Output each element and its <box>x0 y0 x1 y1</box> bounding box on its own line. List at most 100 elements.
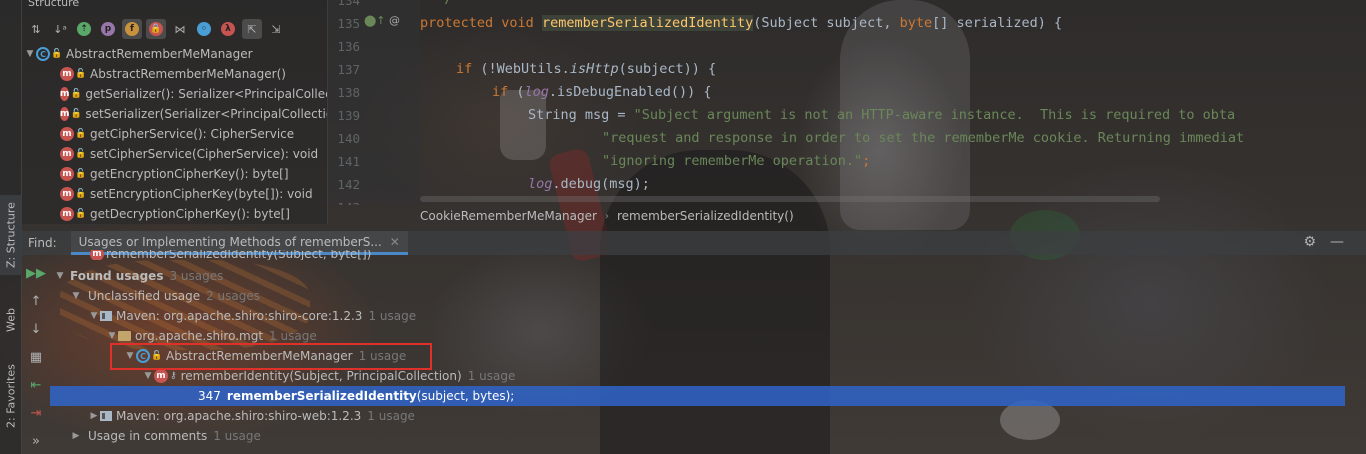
gear-icon[interactable]: ⚙ <box>1303 234 1316 250</box>
usage-count: 1 usage <box>269 329 317 343</box>
expand-arrow-icon[interactable]: ▶ <box>88 411 100 421</box>
method-icon: m <box>60 127 74 141</box>
result-found-usages[interactable]: ▼ Found usages 3 usages <box>50 266 1345 286</box>
method-icon: m <box>60 67 74 81</box>
structure-member[interactable]: m 🔓 getDecryptionCipherKey(): byte[] <box>22 204 327 224</box>
show-properties-icon[interactable]: p <box>98 19 118 39</box>
result-target-row[interactable]: m rememberSerializedIdentity(Subject, by… <box>50 250 1345 260</box>
next-occurrence-icon[interactable]: ↓ <box>26 319 46 339</box>
line-number: 143 <box>328 200 360 205</box>
structure-member-label: setEncryptionCipherKey(byte[]): void <box>90 187 313 201</box>
structure-tree: ▼ C 🔓 AbstractRememberMeManager m 🔓 Abst… <box>22 44 328 224</box>
show-fields-icon[interactable]: f <box>122 19 142 39</box>
code-editor[interactable]: 134 135 136 137 138 139 140 141 142 143 … <box>328 0 1366 205</box>
result-comments[interactable]: ▶ Usage in comments 1 usage <box>50 426 1345 446</box>
method-icon: m <box>154 369 168 383</box>
code-line-138: if (log.isDebugEnabled()) { <box>492 84 712 100</box>
result-label: rememberIdentity(Subject, PrincipalColle… <box>180 369 462 383</box>
find-panel-actions: ⚙ — <box>1303 234 1344 250</box>
structure-member-label: AbstractRememberMeManager() <box>90 67 286 81</box>
protected-key-icon: ⚷ <box>170 371 177 381</box>
editor-gutter: 134 135 136 137 138 139 140 141 142 143 … <box>328 0 420 205</box>
minimize-icon[interactable]: — <box>1330 234 1344 250</box>
collapse-arrow-icon[interactable]: ▼ <box>70 291 82 301</box>
structure-member-label: setSerializer(Serializer<PrincipalCollec… <box>85 107 328 121</box>
line-number: 140 <box>337 131 360 146</box>
breadcrumb-class[interactable]: CookieRememberMeManager <box>420 209 597 223</box>
line-number: 142 <box>337 177 360 192</box>
collapse-arrow-icon[interactable]: ▼ <box>106 331 118 341</box>
collapse-arrow-icon[interactable]: ▼ <box>142 371 154 381</box>
annotation-highlight-box <box>110 343 432 370</box>
previous-occurrence-icon[interactable]: ↑ <box>26 291 46 311</box>
public-lock-icon: 🔓 <box>75 129 87 139</box>
structure-member[interactable]: m 🔓 AbstractRememberMeManager() <box>22 64 327 84</box>
result-module-web[interactable]: ▶ Maven: org.apache.shiro:shiro-web:1.2.… <box>50 406 1345 426</box>
autoscroll-to-source-icon[interactable]: ⇱ <box>242 19 262 39</box>
line-number: 136 <box>337 39 360 54</box>
method-icon: m <box>60 107 70 121</box>
show-lambdas-icon[interactable]: ⋈ <box>170 19 190 39</box>
method-icon: m <box>60 207 74 221</box>
line-number: 138 <box>337 85 360 100</box>
close-icon[interactable]: ✕ <box>390 235 400 249</box>
exclude-icon[interactable]: ⇥ <box>26 403 46 423</box>
public-lock-icon: 🔓 <box>75 149 87 159</box>
sort-alphabetically-icon[interactable]: ↓ᵃ <box>50 19 70 39</box>
group-by-icon[interactable]: ▦ <box>26 347 46 367</box>
structure-member-label: getEncryptionCipherKey(): byte[] <box>90 167 289 181</box>
override-marker-icon[interactable]: ⬤↑ @ <box>364 14 400 27</box>
collapse-arrow-icon[interactable]: ▼ <box>88 311 100 321</box>
left-tool-strip: Z: Structure Web 2: Favorites <box>0 0 22 454</box>
expand-more-icon[interactable]: » <box>26 431 46 451</box>
abstract-class-icon: C <box>36 47 50 61</box>
autoscroll-from-source-icon[interactable]: ⇲ <box>266 19 286 39</box>
result-label: org.apache.shiro.mgt <box>135 329 264 343</box>
show-non-public-icon[interactable]: 🔒 <box>146 19 166 39</box>
find-label: Find: <box>28 236 57 250</box>
web-tool-tab[interactable]: Web <box>0 300 22 340</box>
result-usage-line[interactable]: 347 rememberSerializedIdentity (subject,… <box>50 386 1345 406</box>
method-icon: m <box>60 167 74 181</box>
structure-root-class[interactable]: ▼ C 🔓 AbstractRememberMeManager <box>22 44 327 64</box>
structure-member[interactable]: m 🔓 getSerializer(): Serializer<Principa… <box>22 84 328 104</box>
structure-tool-tab[interactable]: Z: Structure <box>0 195 22 275</box>
show-inherited-icon[interactable]: ⇡ <box>74 19 94 39</box>
code-line-142: log.debug(msg); <box>528 176 650 192</box>
structure-member-label: getSerializer(): Serializer<PrincipalCol… <box>85 87 328 101</box>
public-lock-icon: 🔓 <box>70 89 82 99</box>
result-label: Maven: org.apache.shiro:shiro-core:1.2.3 <box>116 309 363 323</box>
rerun-icon[interactable]: ▶▶ <box>26 263 46 283</box>
result-module-core[interactable]: ▼ Maven: org.apache.shiro:shiro-core:1.2… <box>50 306 1345 326</box>
usage-line-number: 347 <box>198 389 221 403</box>
result-unclassified[interactable]: ▼ Unclassified usage 2 usages <box>50 286 1345 306</box>
code-line-135: protected void rememberSerializedIdentit… <box>420 15 1063 31</box>
line-number: 141 <box>337 154 360 169</box>
usage-count: 1 usage <box>467 369 516 383</box>
sort-by-visibility-icon[interactable]: ⇅ <box>26 19 46 39</box>
code-area[interactable]: */ protected void rememberSerializedIden… <box>420 0 1366 192</box>
structure-member[interactable]: m 🔓 setSerializer(Serializer<PrincipalCo… <box>22 104 328 124</box>
show-lambda-icon[interactable]: λ <box>218 19 238 39</box>
collapse-arrow-icon[interactable]: ▼ <box>24 49 36 59</box>
structure-member[interactable]: m 🔓 setEncryptionCipherKey(byte[]): void <box>22 184 327 204</box>
method-icon: m <box>60 87 70 101</box>
structure-root-label: AbstractRememberMeManager <box>66 47 253 61</box>
method-icon: m <box>90 250 104 260</box>
usage-count: 3 usages <box>169 269 224 283</box>
collapse-arrow-icon[interactable]: ▼ <box>54 271 66 281</box>
expand-arrow-icon[interactable]: ▶ <box>70 431 82 441</box>
show-anonymous-icon[interactable]: ◦ <box>194 19 214 39</box>
package-icon <box>118 331 131 341</box>
code-line-139: String msg = "Subject argument is not an… <box>528 107 1236 123</box>
structure-member[interactable]: m 🔓 getCipherService(): CipherService <box>22 124 327 144</box>
export-icon[interactable]: ⇤ <box>26 375 46 395</box>
library-icon <box>100 411 112 421</box>
structure-member[interactable]: m 🔓 setCipherService(CipherService): voi… <box>22 144 327 164</box>
public-lock-icon: 🔓 <box>70 109 82 119</box>
result-label: Usage in comments <box>88 429 208 443</box>
editor-horizontal-scrollbar[interactable] <box>420 196 1160 202</box>
structure-member[interactable]: m 🔓 getEncryptionCipherKey(): byte[] <box>22 164 327 184</box>
favorites-tool-tab[interactable]: 2: Favorites <box>0 356 22 436</box>
breadcrumb-method[interactable]: rememberSerializedIdentity() <box>617 209 794 223</box>
